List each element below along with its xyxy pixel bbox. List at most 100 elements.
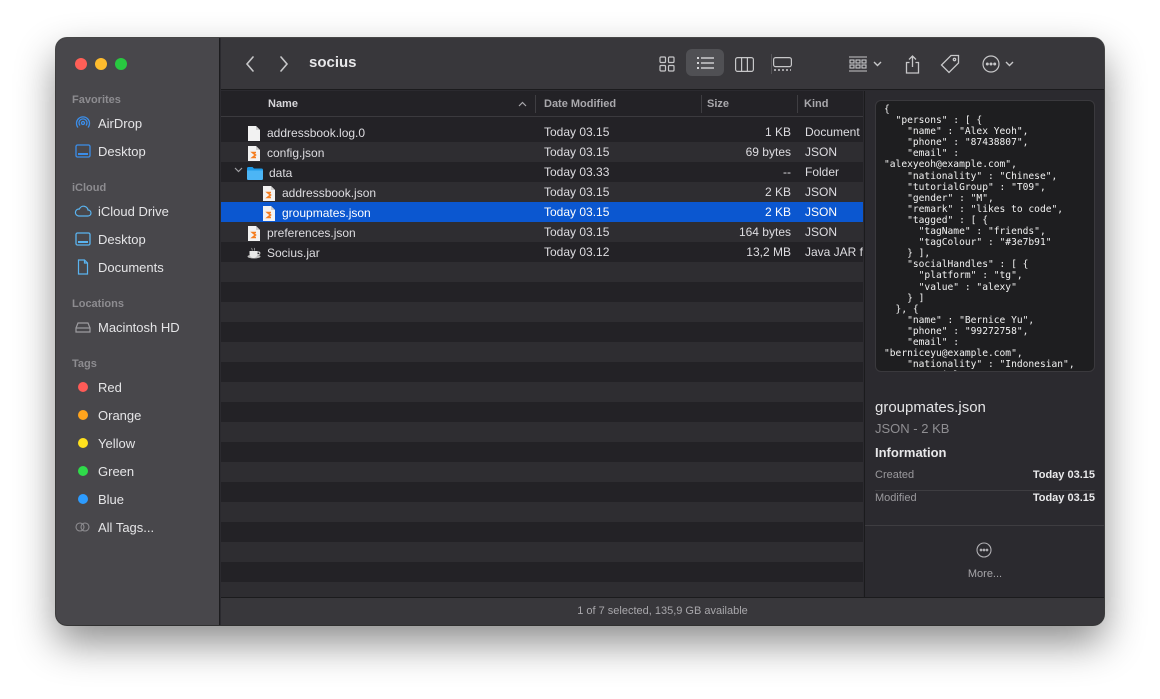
file-row[interactable]: addressbook.json Today 03.15 2 KB JSON [221, 182, 863, 202]
preview-file-name: groupmates.json [875, 399, 986, 416]
empty-row [221, 562, 863, 582]
sidebar-item-label: Desktop [98, 143, 146, 159]
hard-drive-icon [74, 319, 92, 335]
document-icon [74, 259, 92, 275]
empty-row [221, 542, 863, 562]
file-size: 69 bytes [745, 145, 791, 159]
file-row[interactable]: Socius.jar Today 03.12 13,2 MB Java JAR … [221, 242, 863, 262]
tag-color-dot [78, 466, 88, 476]
file-row[interactable]: config.json Today 03.15 69 bytes JSON [221, 142, 863, 162]
window-controls [75, 58, 127, 70]
column-header-kind[interactable]: Kind [804, 98, 828, 110]
file-row[interactable]: addressbook.log.0 Today 03.15 1 KB Docum… [221, 122, 863, 142]
sidebar-item-icloud-desktop[interactable]: Desktop [74, 228, 146, 250]
file-list: Name Date Modified Size Kind addressbook… [221, 91, 863, 597]
sidebar-item-macintosh-hd[interactable]: Macintosh HD [74, 316, 180, 338]
empty-row [221, 262, 863, 282]
file-kind: JSON [805, 225, 838, 239]
file-date: Today 03.15 [544, 145, 610, 159]
empty-row [221, 342, 863, 362]
tag-button[interactable] [938, 50, 962, 78]
json-file-icon [247, 145, 261, 161]
empty-row [221, 282, 863, 302]
more-label[interactable]: More... [865, 568, 1104, 580]
sidebar-tag-blue[interactable]: Blue [74, 488, 124, 510]
column-divider[interactable] [797, 95, 798, 113]
column-header-name[interactable]: Name [268, 98, 298, 110]
empty-row [221, 322, 863, 342]
file-name: Socius.jar [267, 246, 320, 260]
column-divider[interactable] [535, 95, 536, 113]
sidebar-tag-yellow[interactable]: Yellow [74, 432, 135, 454]
chevron-down-icon [234, 167, 243, 173]
desktop-icon [74, 231, 92, 247]
sidebar-item-icloud-drive[interactable]: iCloud Drive [74, 200, 169, 222]
sidebar-item-label: Documents [98, 259, 164, 275]
sidebar-item-label: Orange [98, 407, 142, 423]
file-kind: JSON [805, 145, 838, 159]
share-button[interactable] [901, 50, 923, 78]
sidebar-tag-red[interactable]: Red [74, 376, 122, 398]
forward-button[interactable] [273, 52, 295, 76]
tag-color-dot [78, 494, 88, 504]
window-title: socius [309, 54, 357, 71]
empty-row [221, 482, 863, 502]
file-date: Today 03.15 [544, 185, 610, 199]
column-header-size[interactable]: Size [707, 98, 729, 110]
column-header-date-modified[interactable]: Date Modified [544, 98, 616, 110]
info-row-created: Created Today 03.15 [875, 467, 1095, 489]
sidebar-item-label: Yellow [98, 435, 136, 451]
file-row-selected[interactable]: groupmates.json Today 03.15 2 KB JSON [221, 202, 863, 222]
file-name: data [269, 166, 293, 180]
icon-view-button[interactable] [653, 51, 681, 77]
more-button[interactable] [976, 542, 992, 563]
disclosure-triangle-expanded[interactable] [234, 165, 243, 176]
sidebar-tag-orange[interactable]: Orange [74, 404, 141, 426]
group-by-icon [848, 56, 867, 72]
sidebar-item-desktop[interactable]: Desktop [74, 140, 146, 162]
list-view-button[interactable] [686, 49, 724, 76]
sidebar-item-documents[interactable]: Documents [74, 256, 164, 278]
file-name: config.json [267, 146, 325, 160]
minimize-button[interactable] [95, 58, 107, 70]
document-file-icon [247, 125, 261, 141]
finder-window: Favorites AirDrop Desktop iCloud iCloud … [56, 38, 1104, 625]
sidebar-item-label: Blue [98, 491, 125, 507]
column-headers: Name Date Modified Size Kind [221, 91, 863, 117]
empty-row [221, 502, 863, 522]
sidebar-section-favorites: Favorites [72, 94, 121, 106]
sidebar: Favorites AirDrop Desktop iCloud iCloud … [56, 38, 220, 625]
info-label: Created [875, 469, 915, 481]
close-button[interactable] [75, 58, 87, 70]
sidebar-item-label: AirDrop [98, 115, 143, 131]
column-view-button[interactable] [730, 51, 758, 77]
action-menu-button[interactable] [978, 50, 1018, 78]
back-button[interactable] [239, 52, 261, 76]
info-value: Today 03.15 [1032, 469, 1095, 481]
zoom-button[interactable] [115, 58, 127, 70]
file-preview-content[interactable]: { "persons" : [ { "name" : "Alex Yeoh", … [875, 100, 1095, 372]
column-divider[interactable] [701, 95, 702, 113]
file-name: addressbook.json [282, 186, 377, 200]
more-actions-icon [982, 55, 1000, 73]
share-icon [905, 54, 919, 74]
file-size: 164 bytes [738, 225, 791, 239]
java-jar-icon [247, 245, 261, 261]
file-date: Today 03.15 [544, 125, 610, 139]
column-view-icon [734, 56, 754, 72]
file-name: addressbook.log.0 [267, 126, 366, 140]
gallery-view-icon [772, 56, 792, 71]
sidebar-all-tags[interactable]: All Tags... [74, 516, 154, 538]
sidebar-tag-green[interactable]: Green [74, 460, 134, 482]
gallery-view-button[interactable] [768, 51, 796, 77]
sidebar-section-icloud: iCloud [72, 182, 107, 194]
file-row[interactable]: preferences.json Today 03.15 164 bytes J… [221, 222, 863, 242]
tag-color-dot [78, 438, 88, 448]
status-bar: 1 of 7 selected, 135,9 GB available [221, 597, 1104, 625]
group-by-button[interactable] [843, 51, 887, 77]
empty-row [221, 462, 863, 482]
empty-row [221, 362, 863, 382]
folder-row[interactable]: data Today 03.33 -- Folder [221, 162, 863, 182]
more-divider [865, 525, 1104, 526]
sidebar-item-airdrop[interactable]: AirDrop [74, 112, 142, 134]
